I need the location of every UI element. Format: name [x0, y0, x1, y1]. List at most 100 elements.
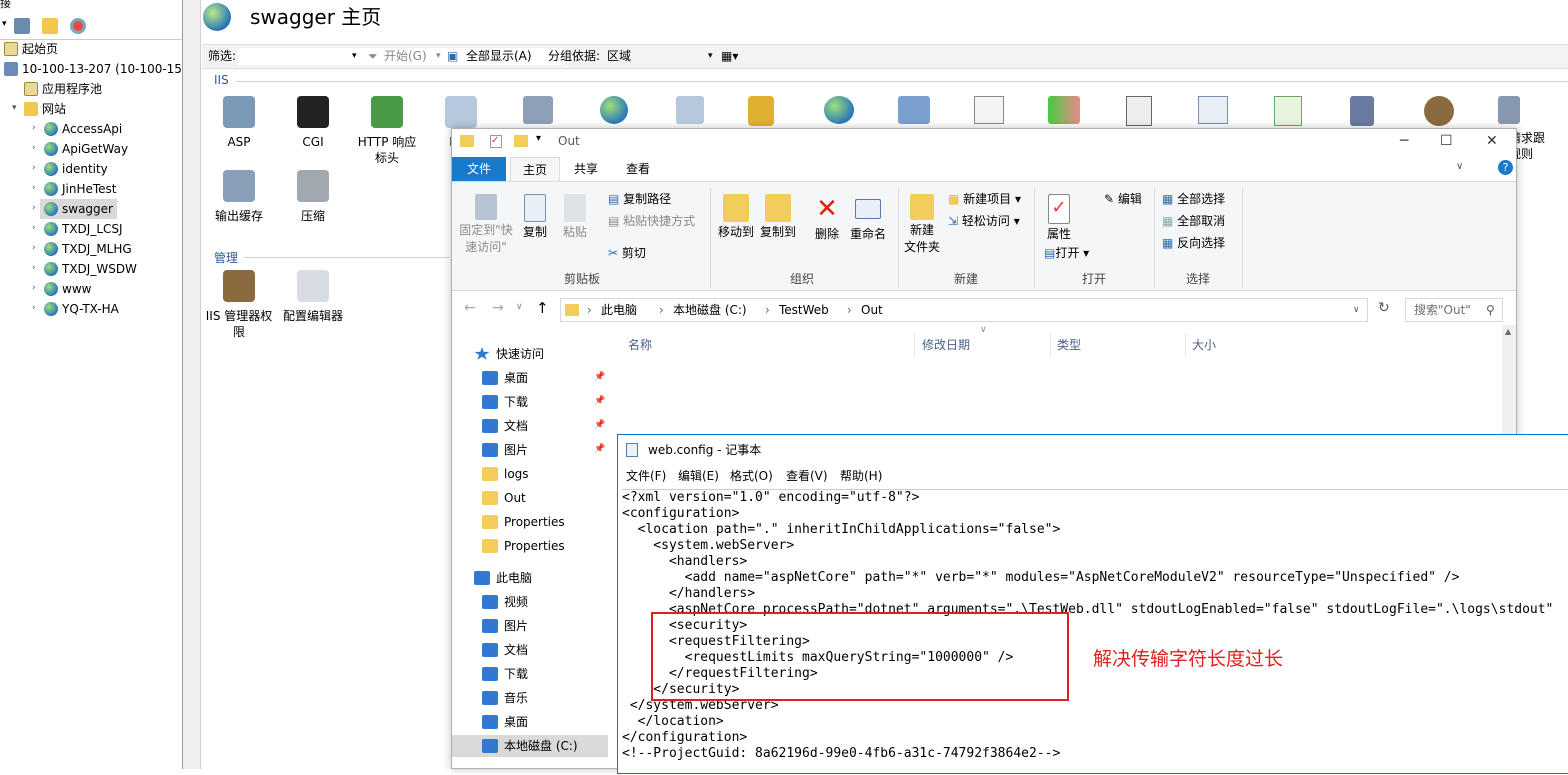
paste-shortcut-button[interactable]: ▤ 粘贴快捷方式	[608, 213, 695, 230]
pin-icon[interactable]: 📌	[594, 444, 605, 454]
column-size[interactable]: 大小	[1192, 333, 1216, 357]
tree-node-10-100-13-207-10-100-15[interactable]: 10-100-13-207 (10-100-15-	[0, 59, 182, 79]
breadcrumb-item[interactable]: 此电脑	[601, 299, 637, 321]
copy-button[interactable]: 复制	[518, 194, 552, 241]
nav-item[interactable]: 文档	[482, 415, 528, 437]
dropdown-icon[interactable]: ▾	[2, 19, 7, 29]
expand-chevron-icon[interactable]: ›	[32, 163, 36, 173]
collapse-chevron-icon[interactable]: ▾	[12, 103, 17, 113]
tree-node-txdj-lcsj[interactable]: TXDJ_LCSJ	[40, 219, 123, 239]
folder-up-icon[interactable]	[42, 18, 58, 34]
open-button[interactable]: ▤打开 ▾	[1044, 245, 1089, 262]
expand-chevron-icon[interactable]: ›	[32, 123, 36, 133]
tree-node-[interactable]: 应用程序池	[20, 79, 102, 99]
address-dropdown-icon[interactable]: ∨	[1353, 299, 1360, 321]
expand-chevron-icon[interactable]: ›	[32, 223, 36, 233]
new-folder-button[interactable]: 新建 文件夹	[902, 194, 942, 256]
recent-dropdown-icon[interactable]: ∨	[516, 302, 523, 312]
close-icon[interactable]: ✕	[1486, 133, 1498, 149]
tree-node-[interactable]: 网站	[20, 99, 66, 119]
up-icon[interactable]: ↑	[536, 299, 549, 317]
tree-node-identity[interactable]: identity	[40, 159, 108, 179]
back-icon[interactable]: ←	[464, 300, 476, 316]
notepad-menu-item[interactable]: 格式(O)	[730, 465, 773, 487]
new-item-button[interactable]: ▦ 新建项目 ▾	[948, 191, 1021, 208]
nav-item[interactable]: 文档	[482, 639, 528, 661]
paste-button[interactable]: 粘贴	[558, 194, 592, 241]
feature-manage-0[interactable]: IIS 管理器权限	[204, 270, 274, 340]
tab-share[interactable]: 共享	[562, 157, 610, 181]
feature-row2-1[interactable]: 压缩	[278, 170, 348, 224]
breadcrumb-separator-icon[interactable]: ›	[847, 299, 852, 321]
nav-item[interactable]: 视频	[482, 591, 528, 613]
select-all-button[interactable]: ▦ 全部选择	[1162, 191, 1225, 208]
tree-node-txdj-mlhg[interactable]: TXDJ_MLHG	[40, 239, 132, 259]
feature-1[interactable]: CGI	[278, 96, 348, 150]
tree-node-accessapi[interactable]: AccessApi	[40, 119, 122, 139]
feature-2[interactable]: HTTP 响应标头	[352, 96, 422, 166]
pin-quick-access-button[interactable]: 固定到"快 速访问"	[456, 194, 516, 256]
expand-chevron-icon[interactable]: ›	[32, 263, 36, 273]
breadcrumb-separator-icon[interactable]: ›	[659, 299, 664, 321]
cut-button[interactable]: ✂ 剪切	[608, 245, 646, 262]
expand-chevron-icon[interactable]: ›	[32, 303, 36, 313]
tab-view[interactable]: 查看	[614, 157, 662, 181]
delete-button[interactable]: ✕ 删除	[810, 194, 844, 243]
feature-row2-0[interactable]: 输出缓存	[204, 170, 274, 224]
expand-chevron-icon[interactable]: ›	[32, 143, 36, 153]
nav-item[interactable]: 桌面	[482, 367, 528, 389]
filter-dropdown-icon[interactable]: ▾	[352, 45, 357, 68]
disconnect-icon[interactable]	[70, 18, 86, 34]
nav-item[interactable]: logs	[482, 463, 529, 485]
tree-node-[interactable]: 起始页	[0, 39, 58, 59]
copy-path-button[interactable]: ▤ 复制路径	[608, 191, 671, 208]
ribbon-collapse-icon[interactable]: ∨	[1456, 161, 1463, 172]
tree-node-yq-tx-ha[interactable]: YQ-TX-HA	[40, 299, 119, 319]
save-icon[interactable]	[14, 18, 30, 34]
rename-button[interactable]: 重命名	[848, 194, 888, 243]
pin-icon[interactable]: 📌	[594, 420, 605, 430]
nav-item[interactable]: 下载	[482, 663, 528, 685]
start-button[interactable]: 开始(G)	[384, 45, 427, 68]
refresh-icon[interactable]: ↻	[1378, 300, 1390, 316]
minimize-icon[interactable]: ─	[1400, 133, 1408, 149]
nav-item[interactable]: 桌面	[482, 711, 528, 733]
notepad-menu-item[interactable]: 查看(V)	[786, 465, 828, 487]
expand-chevron-icon[interactable]: ›	[32, 203, 36, 213]
maximize-icon[interactable]: ☐	[1440, 133, 1453, 149]
show-all-button[interactable]: 全部显示(A)	[466, 45, 532, 68]
notepad-menu-item[interactable]: 帮助(H)	[840, 465, 882, 487]
breadcrumb-separator-icon[interactable]: ›	[765, 299, 770, 321]
help-icon[interactable]: ?	[1498, 160, 1513, 175]
easy-access-button[interactable]: ⇲ 轻松访问 ▾	[948, 213, 1020, 230]
nav-item[interactable]: 此电脑	[474, 567, 532, 589]
nav-item[interactable]: Out	[482, 487, 526, 509]
nav-item[interactable]: Properties	[482, 535, 565, 557]
forward-icon[interactable]: →	[492, 300, 504, 316]
invert-selection-button[interactable]: ▦ 反向选择	[1162, 235, 1225, 252]
tree-node-swagger[interactable]: swagger	[40, 199, 117, 219]
breadcrumb-item[interactable]: TestWeb	[779, 299, 829, 321]
copy-to-button[interactable]: 复制到	[758, 194, 798, 241]
nav-item[interactable]: Properties	[482, 511, 565, 533]
tree-node-jinhetest[interactable]: JinHeTest	[40, 179, 117, 199]
properties-button[interactable]: ✓ 属性	[1042, 194, 1076, 243]
scroll-up-icon[interactable]: ▲	[1505, 327, 1511, 336]
breadcrumb-separator-icon[interactable]: ›	[587, 299, 592, 321]
tree-node-apigetway[interactable]: ApiGetWay	[40, 139, 128, 159]
breadcrumb-item[interactable]: 本地磁盘 (C:)	[673, 299, 747, 321]
group-by-select[interactable]: 区域	[607, 45, 631, 68]
tree-node-txdj-wsdw[interactable]: TXDJ_WSDW	[40, 259, 137, 279]
properties-quick-icon[interactable]: ✓	[490, 135, 502, 148]
group-by-dropdown-icon[interactable]: ▾	[708, 45, 713, 68]
notepad-menu-item[interactable]: 文件(F)	[626, 465, 666, 487]
pane-splitter[interactable]	[183, 0, 201, 769]
nav-item[interactable]: 快速访问	[474, 343, 544, 365]
edit-button[interactable]: ✎ 编辑	[1104, 191, 1142, 208]
pin-icon[interactable]: 📌	[594, 372, 605, 382]
notepad-menu-item[interactable]: 编辑(E)	[678, 465, 719, 487]
tab-home[interactable]: 主页	[510, 157, 561, 181]
expand-chevron-icon[interactable]: ›	[32, 243, 36, 253]
select-none-button[interactable]: ▦ 全部取消	[1162, 213, 1225, 230]
search-input[interactable]: 搜索"Out" ⚲	[1405, 298, 1503, 322]
